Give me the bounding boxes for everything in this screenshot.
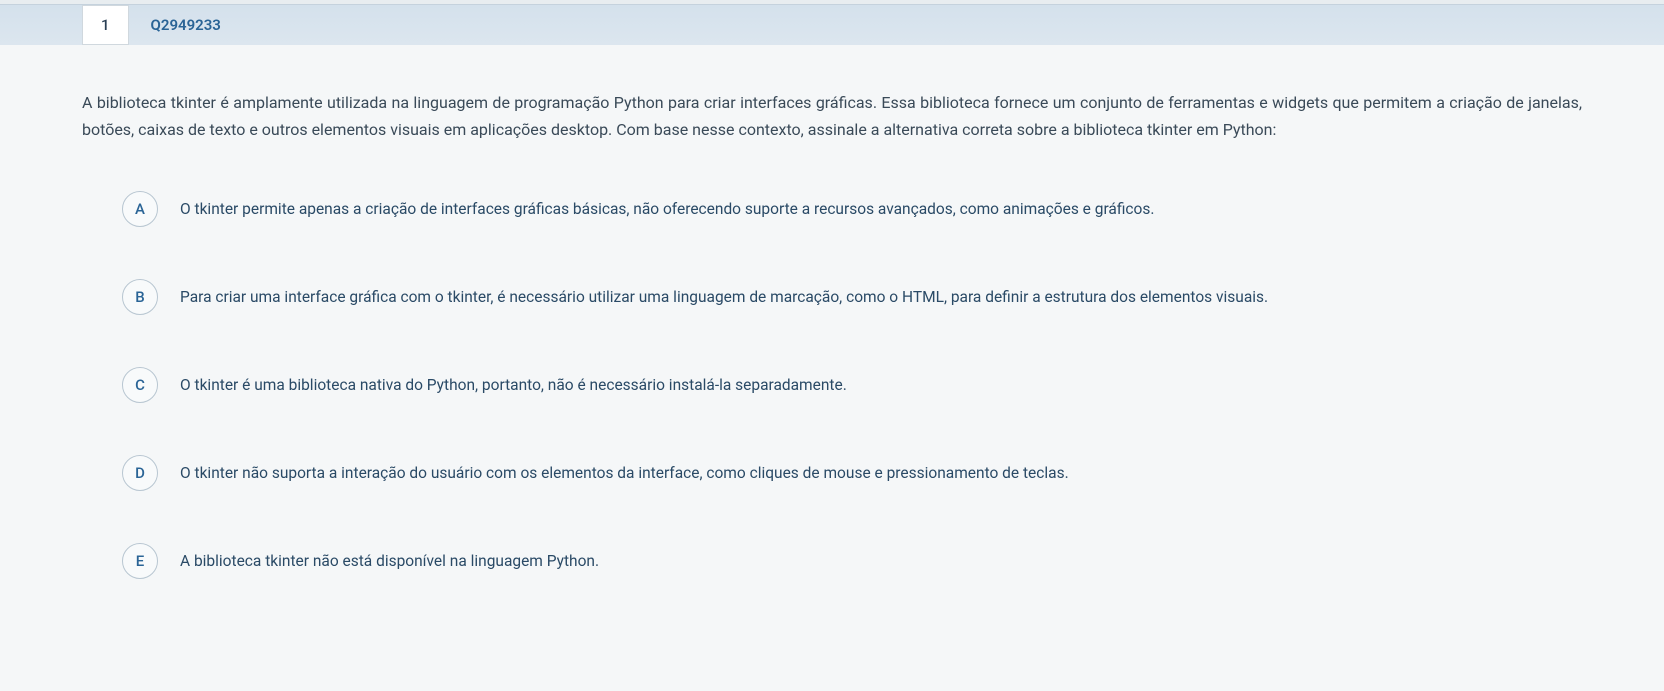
option-letter-c: C: [122, 367, 158, 403]
option-letter-b: B: [122, 279, 158, 315]
option-b[interactable]: B Para criar uma interface gráfica com o…: [122, 279, 1582, 315]
option-letter-a: A: [122, 191, 158, 227]
options-list: A O tkinter permite apenas a criação de …: [82, 191, 1582, 579]
option-text-c: O tkinter é uma biblioteca nativa do Pyt…: [180, 375, 847, 397]
option-letter-d: D: [122, 455, 158, 491]
option-c[interactable]: C O tkinter é uma biblioteca nativa do P…: [122, 367, 1582, 403]
option-d[interactable]: D O tkinter não suporta a interação do u…: [122, 455, 1582, 491]
option-text-a: O tkinter permite apenas a criação de in…: [180, 199, 1154, 221]
option-text-b: Para criar uma interface gráfica com o t…: [180, 287, 1268, 309]
question-body: A biblioteca tkinter é amplamente utiliz…: [0, 45, 1664, 599]
question-number[interactable]: 1: [82, 5, 129, 45]
question-container: 1 Q2949233 A biblioteca tkinter é amplam…: [0, 4, 1664, 691]
question-id[interactable]: Q2949233: [129, 16, 221, 34]
option-text-d: O tkinter não suporta a interação do usu…: [180, 463, 1069, 485]
question-text: A biblioteca tkinter é amplamente utiliz…: [82, 89, 1582, 143]
option-e[interactable]: E A biblioteca tkinter não está disponív…: [122, 543, 1582, 579]
option-a[interactable]: A O tkinter permite apenas a criação de …: [122, 191, 1582, 227]
option-text-e: A biblioteca tkinter não está disponível…: [180, 551, 599, 573]
option-letter-e: E: [122, 543, 158, 579]
question-header: 1 Q2949233: [0, 4, 1664, 45]
